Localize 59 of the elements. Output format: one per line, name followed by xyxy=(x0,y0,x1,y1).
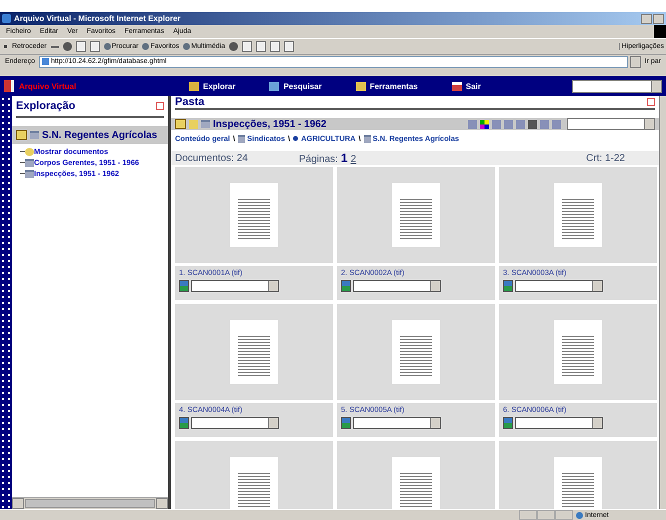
action-dropdown[interactable] xyxy=(353,280,441,292)
folder-icon xyxy=(201,120,210,128)
window-title: Arquivo Virtual - Microsoft Internet Explorer xyxy=(14,14,182,23)
document-thumbnail[interactable] xyxy=(230,183,278,247)
nav-link[interactable]: Pesquisar xyxy=(269,82,322,90)
action-dropdown[interactable] xyxy=(515,417,603,429)
minimize-button[interactable] xyxy=(641,14,652,24)
vertical-scrollbar[interactable] xyxy=(659,96,666,509)
status-panel xyxy=(555,510,573,520)
nav-link[interactable]: Ferramentas xyxy=(356,82,418,90)
page-link[interactable]: 1 xyxy=(340,151,348,165)
dropdown[interactable] xyxy=(572,80,662,92)
image-file-icon[interactable] xyxy=(341,417,351,429)
collapse-icon[interactable] xyxy=(156,102,164,110)
range-label: Crt: 1-22 xyxy=(586,152,625,164)
nav-link-label: Ferramentas xyxy=(370,82,418,90)
nav-link[interactable]: Sair xyxy=(452,82,481,90)
action-dropdown[interactable] xyxy=(515,280,603,292)
collapse-icon[interactable] xyxy=(647,98,655,106)
image-file-icon[interactable] xyxy=(503,417,513,429)
pages-label: Páginas: xyxy=(299,154,338,165)
app-logo: Arquivo Virtual xyxy=(19,82,76,90)
panel-title: Exploração xyxy=(16,100,76,112)
dropdown-button[interactable] xyxy=(630,56,641,68)
folder-up-icon xyxy=(16,130,27,140)
action-dropdown[interactable] xyxy=(191,280,279,292)
folder-icon xyxy=(30,131,39,139)
document-thumbnail[interactable] xyxy=(392,457,440,509)
action-dropdown[interactable] xyxy=(353,417,441,429)
document-thumbnail[interactable] xyxy=(554,457,602,509)
folder-up-icon[interactable] xyxy=(175,119,186,129)
document-thumbnail[interactable] xyxy=(392,320,440,384)
document-thumbnail[interactable] xyxy=(554,320,602,384)
image-file-icon[interactable] xyxy=(503,280,513,292)
panel-title: Pasta xyxy=(175,96,206,108)
folder-name: Inspecções, 1951 - 1962 xyxy=(213,118,326,130)
page-link[interactable]: 2 xyxy=(350,154,356,165)
browser-icon xyxy=(2,14,11,23)
image-file-icon[interactable] xyxy=(179,417,189,429)
status-panel xyxy=(519,510,537,520)
document-count: Documentos: 24 xyxy=(175,152,249,164)
horizontal-scrollbar[interactable] xyxy=(12,497,168,509)
document-thumbnail[interactable] xyxy=(392,183,440,247)
windows-logo-icon xyxy=(654,25,666,38)
tree-root-row[interactable]: S.N. Regentes Agrícolas xyxy=(12,126,168,144)
document-thumbnail[interactable] xyxy=(554,183,602,247)
document-thumbnail[interactable] xyxy=(230,457,278,509)
nav-link-label: Explorar xyxy=(203,82,236,90)
nav-link-label: Pesquisar xyxy=(283,82,322,90)
action-dropdown[interactable] xyxy=(191,417,279,429)
color-grid-icon[interactable] xyxy=(480,120,489,128)
image-file-icon[interactable] xyxy=(341,280,351,292)
maximize-button[interactable] xyxy=(653,14,664,24)
nav-link-label: Sair xyxy=(466,82,481,90)
status-panel xyxy=(537,510,555,520)
nav-link[interactable]: Explorar xyxy=(189,82,236,90)
document-thumbnail[interactable] xyxy=(230,320,278,384)
image-file-icon[interactable] xyxy=(179,280,189,292)
tree-root-label: S.N. Regentes Agrícolas xyxy=(42,130,158,140)
